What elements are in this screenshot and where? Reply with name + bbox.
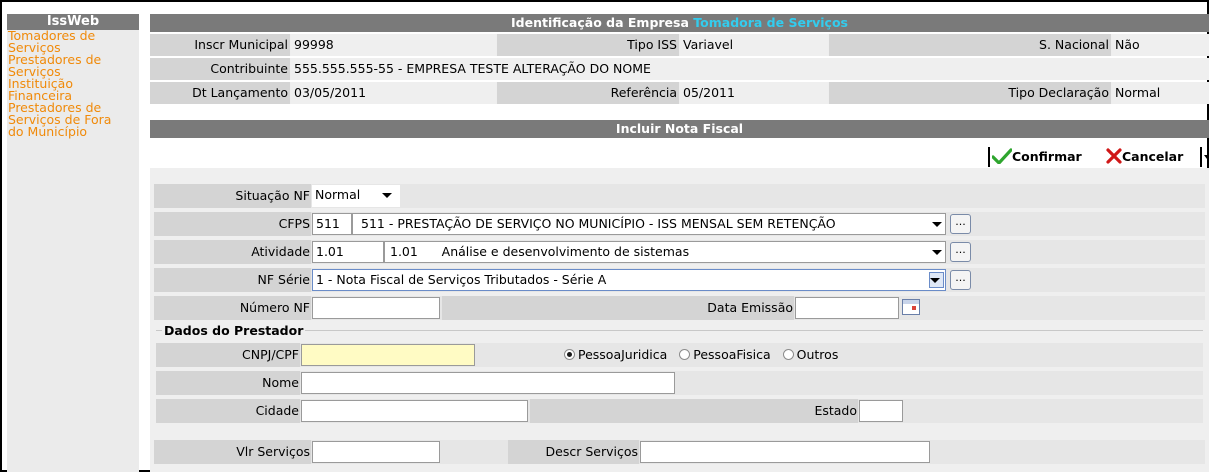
radio-pessoa-juridica[interactable]: PessoaJuridica <box>564 347 667 362</box>
cancel-button[interactable]: Cancelar <box>1106 147 1183 167</box>
section-header: Incluir Nota Fiscal <box>150 120 1209 138</box>
cfps-lookup-button[interactable]: ... <box>950 214 971 234</box>
tipo-pessoa-radios: PessoaJuridica PessoaFisica Outros <box>564 343 838 367</box>
cfps-code-input[interactable]: 511 <box>312 213 352 235</box>
main-panel: Identificação da Empresa Tomadora de Ser… <box>150 14 1209 472</box>
radio-outros[interactable]: Outros <box>782 347 839 362</box>
confirm-label: Confirmar <box>1012 149 1082 164</box>
row-servicos: Vlr Serviços Descr Serviços <box>154 440 1205 464</box>
data-emissao-label: Data Emissão <box>707 300 793 315</box>
cidade-input[interactable] <box>301 400 528 422</box>
section-title: Incluir Nota Fiscal <box>615 121 744 136</box>
cancel-label: Cancelar <box>1122 149 1184 164</box>
atividade-lookup-button[interactable]: ... <box>950 242 971 262</box>
referencia-value: 05/2011 <box>680 82 828 104</box>
dt-lancamento-value: 03/05/2011 <box>291 82 496 104</box>
dt-lancamento-label: Dt Lançamento <box>150 82 290 104</box>
descr-servicos-label: Descr Serviços <box>508 440 639 464</box>
header-title: Identificação da Empresa <box>511 15 689 30</box>
situacao-label: Situação NF <box>154 184 311 208</box>
atividade-desc: 1.01 Análise e desenvolvimento de sistem… <box>390 244 690 259</box>
atividade-select[interactable]: 1.01 Análise e desenvolvimento de sistem… <box>384 241 946 263</box>
sidebar-link-instituicao[interactable]: Instituição Financeira <box>7 77 139 102</box>
tipo-iss-value: Variavel <box>680 34 828 56</box>
nome-label: Nome <box>156 371 300 395</box>
radio-outros-label: Outros <box>796 347 839 362</box>
row-situacao: Situação NF Normal <box>154 184 1205 208</box>
situacao-select[interactable]: Normal <box>312 185 400 207</box>
atividade-label: Atividade <box>154 240 311 264</box>
radio-pessoa-fisica[interactable]: PessoaFisica <box>679 347 771 362</box>
invoice-form: Situação NF Normal CFPS 511 511 - PRESTA… <box>150 168 1209 472</box>
row-numero: Número NF Data Emissão <box>154 296 1205 320</box>
row-cfps: CFPS 511 511 - PRESTAÇÃO DE SERVIÇO NO M… <box>154 212 1205 236</box>
company-header: Identificação da Empresa Tomadora de Ser… <box>150 14 1209 32</box>
snacional-label: S. Nacional <box>829 34 1111 56</box>
situacao-value: Normal <box>315 187 361 202</box>
tipo-declaracao-value: Normal <box>1112 82 1209 104</box>
chevron-down-icon <box>382 193 392 198</box>
company-row-3: Dt Lançamento 03/05/2011 Referência 05/2… <box>150 82 1209 104</box>
cfps-desc: 511 - PRESTAÇÃO DE SERVIÇO NO MUNICÍPIO … <box>361 216 836 231</box>
serie-select[interactable]: 1 - Nota Fiscal de Serviços Tributados -… <box>312 269 946 291</box>
prestador-fieldset: Dados do Prestador CNPJ/CPF PessoaJuridi… <box>156 323 1203 430</box>
sidebar-link-line: do Município <box>8 124 88 139</box>
sidebar: IssWeb Tomadores de Serviços Prestadores… <box>7 14 139 472</box>
cfps-select[interactable]: 511 - PRESTAÇÃO DE SERVIÇO NO MUNICÍPIO … <box>352 213 946 235</box>
radio-icon <box>782 349 794 360</box>
cidade-label: Cidade <box>156 399 300 423</box>
header-title-accent: Tomadora de Serviços <box>693 15 848 30</box>
sidebar-link-tomadores[interactable]: Tomadores de Serviços <box>7 29 139 54</box>
vlr-servicos-label: Vlr Serviços <box>154 440 311 464</box>
serie-label: NF Série <box>154 268 311 292</box>
atividade-code-input[interactable]: 1.01 <box>312 241 384 263</box>
cnpj-label: CNPJ/CPF <box>156 343 300 367</box>
contribuinte-label: Contribuinte <box>150 58 290 80</box>
sidebar-link-prestadores-fora[interactable]: Prestadores de Serviços de Fora do Munic… <box>7 101 139 139</box>
cancel-x-icon <box>1106 148 1122 164</box>
chevron-down-icon <box>932 222 942 227</box>
serie-value: 1 - Nota Fiscal de Serviços Tributados -… <box>316 272 607 287</box>
cfps-label: CFPS <box>154 212 311 236</box>
snacional-value: Não <box>1112 34 1209 56</box>
toolbar-divider <box>1200 147 1202 167</box>
radio-pj-label: PessoaJuridica <box>578 347 668 362</box>
sidebar-link-prestadores[interactable]: Prestadores de Serviços <box>7 53 139 78</box>
radio-pf-label: PessoaFisica <box>693 347 771 362</box>
row-serie: NF Série 1 - Nota Fiscal de Serviços Tri… <box>154 268 1205 292</box>
radio-icon <box>679 349 691 360</box>
toolbar-divider <box>988 147 990 167</box>
check-icon <box>991 148 1013 165</box>
referencia-label: Referência <box>497 82 679 104</box>
descr-servicos-input[interactable] <box>640 441 930 463</box>
tipo-declaracao-label: Tipo Declaração <box>829 82 1111 104</box>
radio-selected-icon <box>564 349 575 360</box>
row-cnpj: CNPJ/CPF PessoaJuridica PessoaFisica Out… <box>156 343 1203 367</box>
estado-input[interactable] <box>859 400 903 422</box>
nome-input[interactable] <box>301 372 675 394</box>
inscr-label: Inscr Municipal <box>150 34 290 56</box>
prestador-legend: Dados do Prestador <box>162 323 306 338</box>
confirm-button[interactable]: Confirmar <box>991 147 1082 167</box>
cnpj-input[interactable] <box>301 344 475 366</box>
toolbar: Confirmar Cancelar <box>150 146 1209 168</box>
company-row-2: Contribuinte 555.555.555-55 - EMPRESA TE… <box>150 58 1209 80</box>
toolbar-more-icon[interactable] <box>1204 155 1209 159</box>
chevron-down-icon <box>932 250 942 255</box>
vlr-servicos-input[interactable] <box>312 441 440 463</box>
row-nome: Nome <box>156 371 1203 395</box>
numero-label: Número NF <box>154 296 311 320</box>
row-atividade: Atividade 1.01 1.01 Análise e desenvolvi… <box>154 240 1205 264</box>
numero-input[interactable] <box>312 297 440 319</box>
inscr-value: 99998 <box>291 34 496 56</box>
tipo-iss-label: Tipo ISS <box>497 34 679 56</box>
contribuinte-value: 555.555.555-55 - EMPRESA TESTE ALTERAÇÃO… <box>291 58 1209 80</box>
row-cidade: Cidade Estado <box>156 399 1203 423</box>
estado-label: Estado <box>814 403 857 418</box>
calendar-icon[interactable] <box>902 299 920 315</box>
serie-lookup-button[interactable]: ... <box>950 270 971 290</box>
company-row-1: Inscr Municipal 99998 Tipo ISS Variavel … <box>150 34 1209 56</box>
data-emissao-input[interactable] <box>795 297 899 319</box>
chevron-down-icon <box>930 278 940 283</box>
